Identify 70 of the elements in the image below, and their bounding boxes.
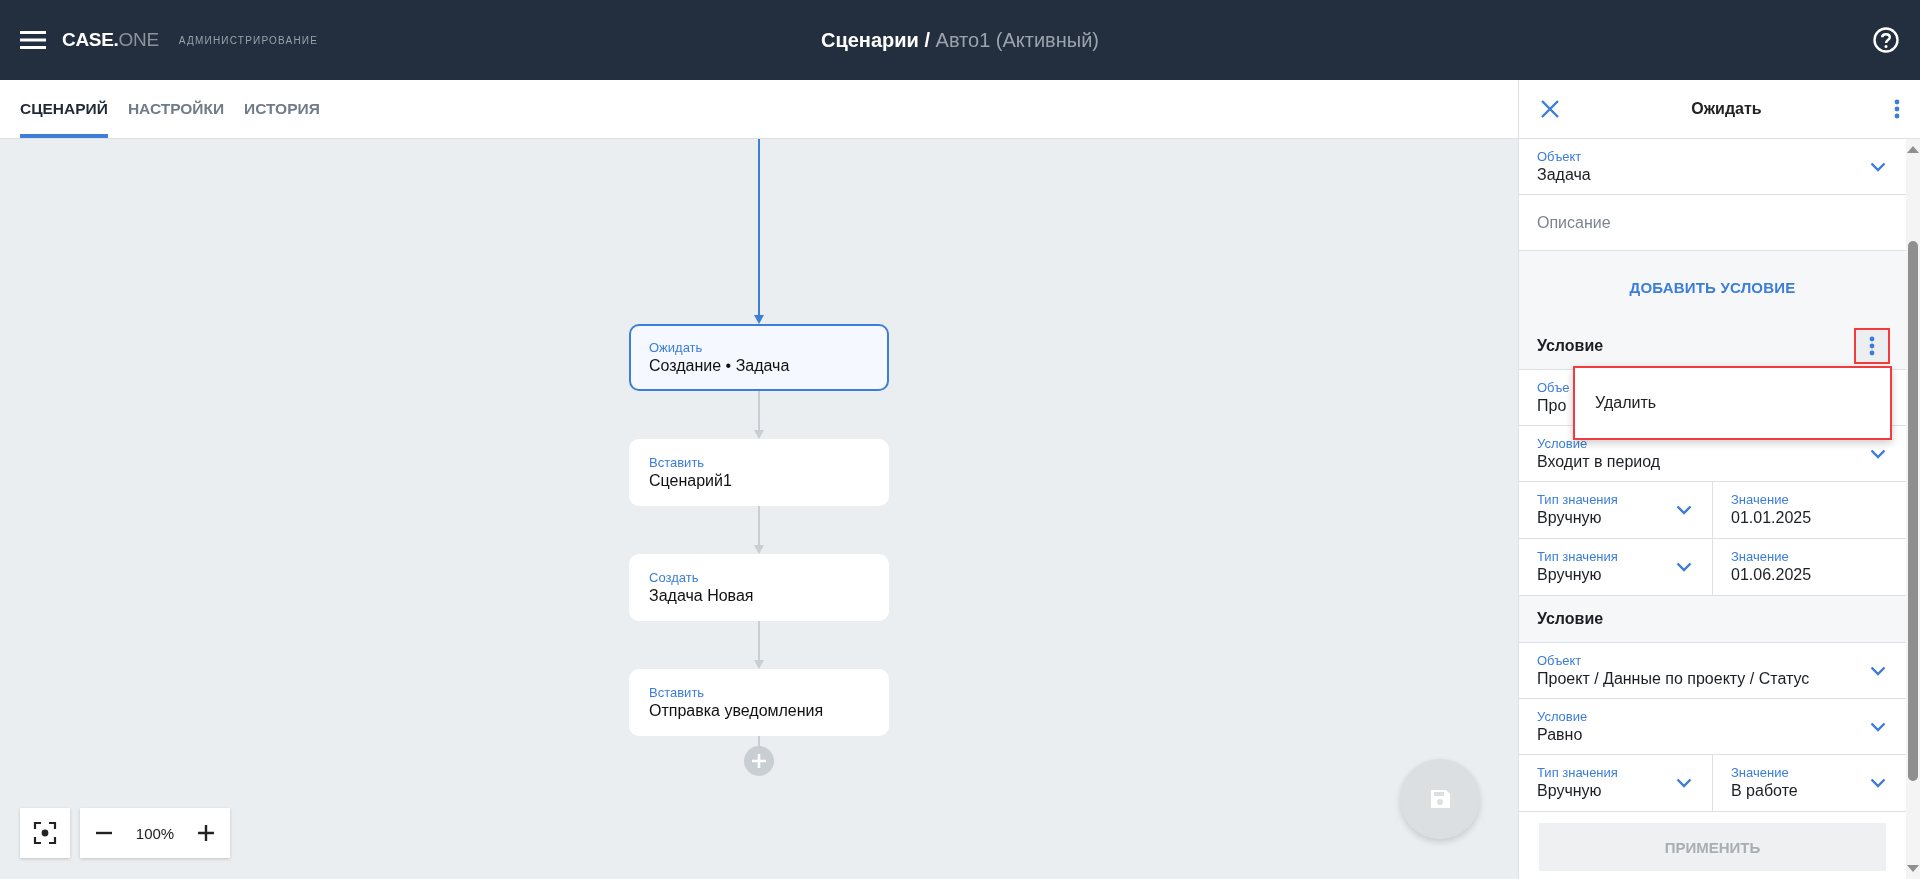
flow-node[interactable]: Создать Задача Новая — [629, 554, 889, 621]
scrollbar[interactable] — [1906, 139, 1920, 879]
node-type: Вставить — [649, 685, 706, 700]
field-label: Условие — [1537, 435, 1588, 452]
node-title: Отправка уведомления — [649, 702, 825, 720]
connector-line — [757, 736, 761, 748]
help-icon[interactable] — [1872, 26, 1900, 54]
field-placeholder: Описание — [1537, 213, 1611, 232]
field-value: Вручную — [1537, 781, 1602, 801]
field-label: Объект — [1537, 148, 1582, 165]
field-label: Условие — [1537, 708, 1588, 725]
field-value: Входит в период — [1537, 451, 1661, 472]
chevron-down-icon[interactable] — [1870, 721, 1886, 732]
node-title: Задача Новая — [649, 587, 755, 605]
menu-icon[interactable] — [20, 30, 46, 50]
menu-item[interactable]: Удалить — [1575, 394, 1890, 412]
field-value: 01.01.2025 — [1731, 508, 1812, 528]
zoom-in-icon[interactable] — [196, 823, 216, 843]
page-title: Сценарии / Авто1 (Активный) — [821, 28, 1099, 51]
field-label: Тип значения — [1537, 492, 1618, 508]
field-value: Равно — [1537, 724, 1583, 745]
panel-title: Ожидать — [1690, 100, 1763, 118]
add-condition-button[interactable]: ДОБАВИТЬ УСЛОВИЕ — [1623, 277, 1802, 297]
field-value: Вручную — [1537, 565, 1602, 585]
field-label: Значение — [1731, 492, 1789, 508]
section-label: АДМИНИСТРИРОВАНИЕ — [178, 34, 319, 46]
tab[interactable]: НАСТРОЙКИ — [127, 80, 225, 138]
field-label: Значение — [1731, 765, 1789, 781]
scroll-up-icon[interactable] — [1907, 145, 1919, 153]
flow-node[interactable]: Вставить Отправка уведомления — [629, 669, 889, 736]
close-icon[interactable] — [1541, 100, 1559, 118]
section-title: Условие — [1537, 610, 1605, 628]
field-value: Про — [1537, 395, 1567, 416]
connector-arrow — [753, 391, 765, 439]
section-title: Условие — [1537, 337, 1605, 355]
field-label: Объект — [1537, 652, 1582, 669]
field-value: Проект / Данные по проекту / Статус — [1537, 668, 1810, 689]
field-value: В работе — [1731, 781, 1798, 801]
chevron-down-icon[interactable] — [1870, 448, 1886, 459]
scroll-down-icon[interactable] — [1907, 865, 1919, 873]
node-type: Создать — [649, 570, 700, 585]
connector-arrow — [753, 621, 765, 669]
more-icon[interactable] — [1894, 99, 1900, 119]
app-logo[interactable]: CASE.ONE — [62, 29, 159, 51]
field-value: Вручную — [1537, 508, 1602, 528]
node-type: Ожидать — [649, 340, 704, 355]
chevron-down-icon[interactable] — [1870, 161, 1886, 172]
focus-icon — [33, 821, 57, 845]
node-title: Сценарий1 — [649, 472, 733, 490]
chevron-down-icon[interactable] — [1676, 778, 1692, 788]
field-value: Задача — [1537, 164, 1591, 185]
field-label: Тип значения — [1537, 765, 1618, 781]
zoom-level: 100% — [135, 824, 175, 842]
save-icon — [1429, 788, 1451, 810]
node-title: Создание • Задача — [649, 357, 791, 375]
fit-view-button[interactable] — [20, 808, 70, 858]
tab[interactable]: ИСТОРИЯ — [244, 80, 320, 138]
chevron-down-icon[interactable] — [1870, 778, 1886, 788]
chevron-down-icon[interactable] — [1676, 562, 1692, 572]
flow-node[interactable]: Вставить Сценарий1 — [629, 439, 889, 506]
chevron-down-icon[interactable] — [1676, 505, 1692, 515]
flow-node[interactable]: Ожидать Создание • Задача — [629, 324, 889, 391]
chevron-down-icon[interactable] — [1870, 665, 1886, 676]
more-icon[interactable] — [1854, 328, 1890, 364]
connector-arrow — [753, 506, 765, 554]
field-label: Тип значения — [1537, 549, 1618, 565]
field-value: 01.06.2025 — [1731, 565, 1812, 585]
field-label: Значение — [1731, 549, 1789, 565]
node-type: Вставить — [649, 455, 706, 470]
field-label: Объе — [1537, 379, 1570, 396]
